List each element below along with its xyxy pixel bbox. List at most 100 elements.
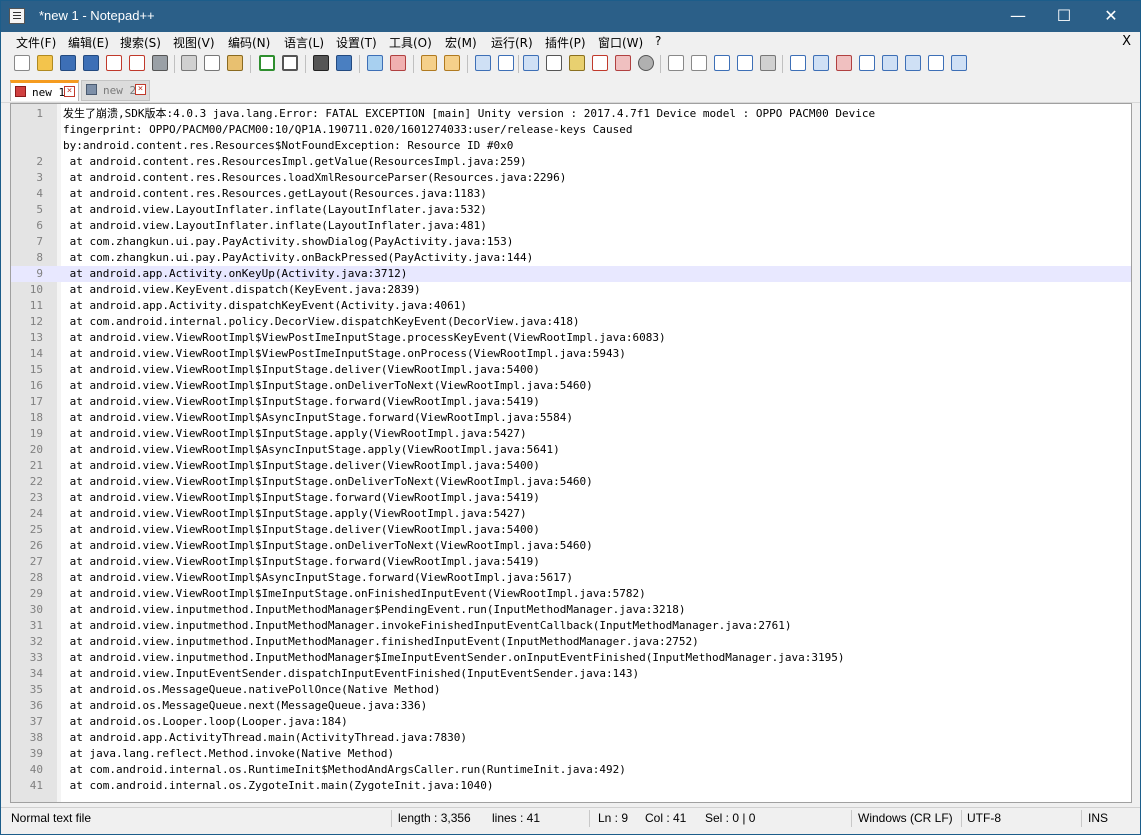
editor-line[interactable]: 3 at android.content.res.Resources.loadX…: [11, 170, 1131, 186]
editor-line[interactable]: 12 at com.android.internal.policy.DecorV…: [11, 314, 1131, 330]
status-insert-mode[interactable]: INS: [1088, 811, 1108, 825]
show-all-characters-icon[interactable]: [498, 55, 514, 71]
line-text[interactable]: at android.view.ViewRootImpl$ViewPostIme…: [63, 346, 626, 362]
line-text[interactable]: at android.os.Looper.loop(Looper.java:18…: [63, 714, 348, 730]
function-list-icon[interactable]: [592, 55, 608, 71]
undo-icon[interactable]: [259, 55, 275, 71]
line-text[interactable]: at android.view.ViewRootImpl$AsyncInputS…: [63, 410, 573, 426]
editor-line[interactable]: 15 at android.view.ViewRootImpl$InputSta…: [11, 362, 1131, 378]
close-document-button[interactable]: X: [1122, 34, 1131, 49]
minimize-button[interactable]: —: [995, 1, 1041, 32]
text-editor[interactable]: 1 发生了崩溃,SDK版本:4.0.3 java.lang.Error: FATA…: [10, 103, 1132, 803]
editor-line[interactable]: 39 at java.lang.reflect.Method.invoke(Na…: [11, 746, 1131, 762]
menu-view[interactable]: 视图(V): [173, 34, 215, 51]
line-text[interactable]: at java.lang.reflect.Method.invoke(Nativ…: [63, 746, 395, 762]
title-bar[interactable]: *new 1 - Notepad++ — ☐ ✕: [1, 1, 1140, 32]
print-icon[interactable]: [152, 55, 168, 71]
line-text[interactable]: at com.android.internal.os.RuntimeInit$M…: [63, 762, 626, 778]
stop-macro-icon[interactable]: [691, 55, 707, 71]
editor-line[interactable]: 35 at android.os.MessageQueue.nativePoll…: [11, 682, 1131, 698]
document-map-icon[interactable]: [569, 55, 585, 71]
editor-line[interactable]: 37 at android.os.Looper.loop(Looper.java…: [11, 714, 1131, 730]
editor-line[interactable]: 25 at android.view.ViewRootImpl$InputSta…: [11, 522, 1131, 538]
sync-horizontal-icon[interactable]: [444, 55, 460, 71]
copy-icon[interactable]: [204, 55, 220, 71]
replace-icon[interactable]: [336, 55, 352, 71]
status-eol-format[interactable]: Windows (CR LF): [858, 811, 953, 825]
editor-line[interactable]: 32 at android.view.inputmethod.InputMeth…: [11, 634, 1131, 650]
editor-line[interactable]: 23 at android.view.ViewRootImpl$InputSta…: [11, 490, 1131, 506]
tab-new-2[interactable]: new 2 ×: [81, 80, 150, 101]
editor-line[interactable]: 16 at android.view.ViewRootImpl$InputSta…: [11, 378, 1131, 394]
line-text[interactable]: at android.view.LayoutInflater.inflate(L…: [63, 218, 487, 234]
menu-tools[interactable]: 工具(O): [389, 34, 432, 51]
menu-plugins[interactable]: 插件(P): [545, 34, 586, 51]
editor-line[interactable]: 41 at com.android.internal.os.ZygoteInit…: [11, 778, 1131, 794]
line-text[interactable]: at android.view.inputmethod.InputMethodM…: [63, 650, 845, 666]
redo-icon[interactable]: [282, 55, 298, 71]
line-text[interactable]: at android.view.inputmethod.InputMethodM…: [63, 634, 699, 650]
menu-search[interactable]: 搜索(S): [120, 34, 161, 51]
line-text[interactable]: at com.zhangkun.ui.pay.PayActivity.onBac…: [63, 250, 534, 266]
menu-help[interactable]: ?: [655, 34, 661, 48]
line-text[interactable]: at android.view.ViewRootImpl$InputStage.…: [63, 522, 540, 538]
indent-guide-icon[interactable]: [523, 55, 539, 71]
editor-line[interactable]: 19 at android.view.ViewRootImpl$InputSta…: [11, 426, 1131, 442]
line-text[interactable]: at android.view.InputEventSender.dispatc…: [63, 666, 640, 682]
editor-line[interactable]: 38 at android.app.ActivityThread.main(Ac…: [11, 730, 1131, 746]
word-wrap-icon[interactable]: [475, 55, 491, 71]
play-macro-icon[interactable]: [714, 55, 730, 71]
close-all-icon[interactable]: [129, 55, 145, 71]
line-text[interactable]: at android.view.ViewRootImpl$InputStage.…: [63, 394, 540, 410]
line-text[interactable]: at android.os.MessageQueue.next(MessageQ…: [63, 698, 428, 714]
editor-line[interactable]: 24 at android.view.ViewRootImpl$InputSta…: [11, 506, 1131, 522]
editor-line[interactable]: 34 at android.view.InputEventSender.disp…: [11, 666, 1131, 682]
line-text[interactable]: at android.view.ViewRootImpl$InputStage.…: [63, 378, 593, 394]
compare-icon[interactable]: [813, 55, 829, 71]
line-text[interactable]: at com.android.internal.policy.DecorView…: [63, 314, 580, 330]
line-text[interactable]: at android.content.res.ResourcesImpl.get…: [63, 154, 527, 170]
editor-line[interactable]: 1 发生了崩溃,SDK版本:4.0.3 java.lang.Error: FATA…: [11, 106, 1131, 122]
previous-diff-icon[interactable]: [882, 55, 898, 71]
line-text[interactable]: at android.os.MessageQueue.nativePollOnc…: [63, 682, 441, 698]
line-text[interactable]: at android.view.ViewRootImpl$InputStage.…: [63, 538, 593, 554]
line-text[interactable]: at android.view.KeyEvent.dispatch(KeyEve…: [63, 282, 421, 298]
menu-run[interactable]: 运行(R): [491, 34, 533, 51]
compare-clear-icon[interactable]: [836, 55, 852, 71]
line-text[interactable]: at android.view.ViewRootImpl$InputStage.…: [63, 458, 540, 474]
close-button[interactable]: ✕: [1088, 1, 1134, 32]
line-text[interactable]: at android.view.ViewRootImpl$AsyncInputS…: [63, 570, 573, 586]
navigation-bar-icon[interactable]: [951, 55, 967, 71]
menu-language[interactable]: 语言(L): [284, 34, 324, 51]
monitoring-icon[interactable]: [638, 55, 654, 71]
menu-window[interactable]: 窗口(W): [598, 34, 643, 51]
status-encoding[interactable]: UTF-8: [967, 811, 1001, 825]
line-text[interactable]: at android.view.ViewRootImpl$AsyncInputS…: [63, 442, 560, 458]
editor-line[interactable]: 36 at android.os.MessageQueue.next(Messa…: [11, 698, 1131, 714]
run-macro-multiple-icon[interactable]: [737, 55, 753, 71]
editor-line[interactable]: fingerprint: OPPO/PACM00/PACM00:10/QP1A.…: [11, 122, 1131, 138]
folder-as-workspace-icon[interactable]: [615, 55, 631, 71]
editor-line[interactable]: 6 at android.view.LayoutInflater.inflate…: [11, 218, 1131, 234]
menu-macro[interactable]: 宏(M): [445, 34, 477, 51]
editor-line[interactable]: 33 at android.view.inputmethod.InputMeth…: [11, 650, 1131, 666]
zoom-out-icon[interactable]: [390, 55, 406, 71]
next-diff-icon[interactable]: [905, 55, 921, 71]
line-text[interactable]: at android.view.ViewRootImpl$InputStage.…: [63, 474, 593, 490]
editor-line[interactable]: 13 at android.view.ViewRootImpl$ViewPost…: [11, 330, 1131, 346]
record-macro-icon[interactable]: [668, 55, 684, 71]
save-all-icon[interactable]: [83, 55, 99, 71]
last-diff-icon[interactable]: [928, 55, 944, 71]
line-text[interactable]: at android.app.ActivityThread.main(Activ…: [63, 730, 467, 746]
line-text[interactable]: at com.zhangkun.ui.pay.PayActivity.showD…: [63, 234, 514, 250]
line-text[interactable]: at com.android.internal.os.ZygoteInit.ma…: [63, 778, 494, 794]
line-text[interactable]: at android.content.res.Resources.loadXml…: [63, 170, 567, 186]
line-text[interactable]: by:android.content.res.Resources$NotFoun…: [63, 138, 513, 154]
editor-line[interactable]: 8 at com.zhangkun.ui.pay.PayActivity.onB…: [11, 250, 1131, 266]
sync-vertical-icon[interactable]: [421, 55, 437, 71]
line-text[interactable]: fingerprint: OPPO/PACM00/PACM00:10/QP1A.…: [63, 122, 633, 138]
user-defined-language-icon[interactable]: [546, 55, 562, 71]
cut-icon[interactable]: [181, 55, 197, 71]
line-text[interactable]: at android.view.ViewRootImpl$ViewPostIme…: [63, 330, 666, 346]
line-text[interactable]: at android.app.Activity.dispatchKeyEvent…: [63, 298, 467, 314]
